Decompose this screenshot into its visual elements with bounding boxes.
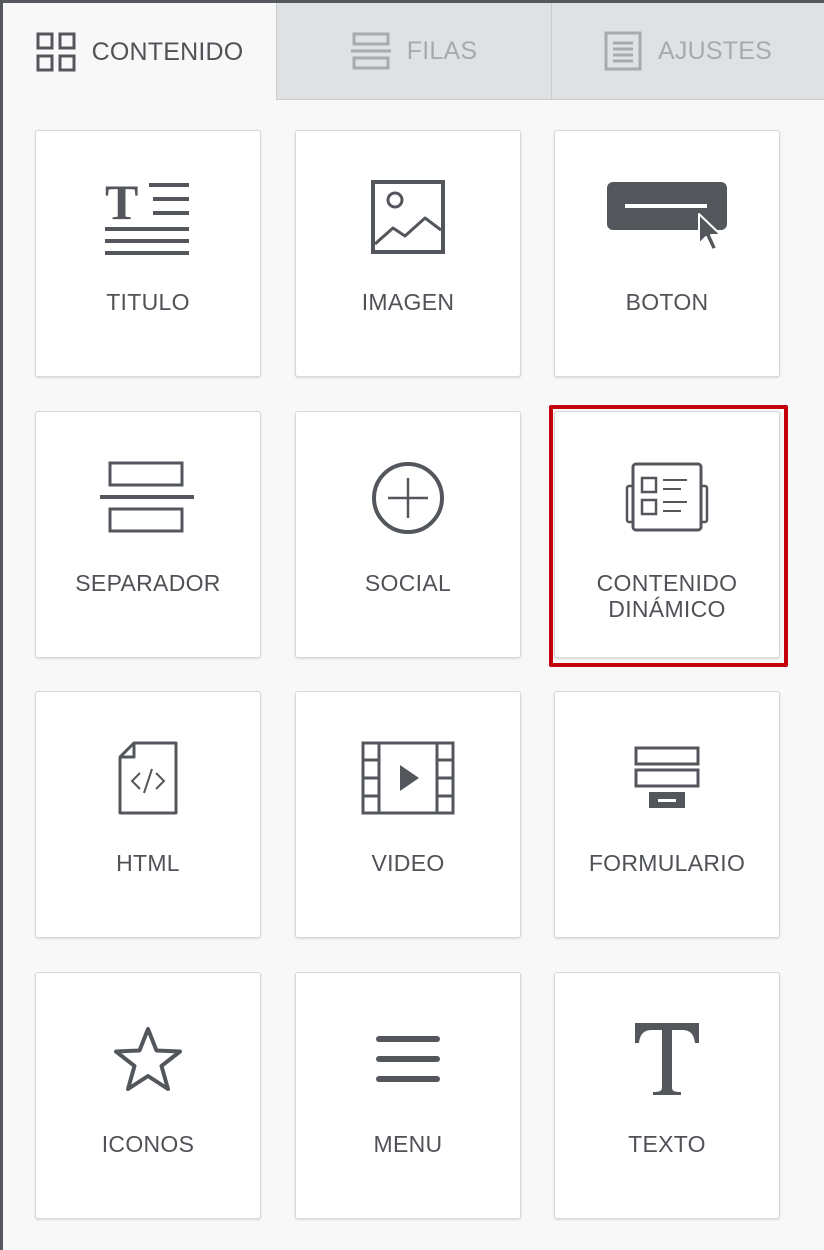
tab-bar: CONTENIDO FILAS AJUSTES xyxy=(3,3,824,101)
tile-label: SOCIAL xyxy=(364,570,452,596)
tile-html[interactable]: HTML xyxy=(35,691,261,938)
tile-label: IMAGEN xyxy=(361,289,455,315)
tile-label-line2: DINÁMICO xyxy=(608,596,726,622)
tab-label: CONTENIDO xyxy=(91,37,244,66)
form-icon xyxy=(555,736,779,820)
tile-separador[interactable]: SEPARADOR xyxy=(35,411,261,658)
title-icon: T xyxy=(36,175,260,259)
tile-video[interactable]: VIDEO xyxy=(295,691,521,938)
tile-social[interactable]: SOCIAL xyxy=(295,411,521,658)
tile-label: FORMULARIO xyxy=(588,850,746,876)
tile-label: BOTON xyxy=(625,289,709,315)
text-icon xyxy=(555,1017,779,1101)
tab-filas[interactable]: FILAS xyxy=(276,3,551,100)
dynamic-content-icon xyxy=(555,456,779,540)
tile-contenido-dinamico[interactable]: CONTENIDO DINÁMICO xyxy=(554,411,780,658)
tile-label: HTML xyxy=(116,850,180,876)
tile-label: TEXTO xyxy=(628,1131,706,1157)
plus-circle-icon xyxy=(296,456,520,540)
video-film-icon xyxy=(296,736,520,820)
image-icon xyxy=(296,175,520,259)
star-icon xyxy=(36,1017,260,1101)
button-icon xyxy=(555,175,779,259)
tile-label-line1: CONTENIDO xyxy=(596,570,738,596)
tile-menu[interactable]: MENU xyxy=(295,972,521,1219)
tab-label: AJUSTES xyxy=(658,36,772,65)
grid-icon xyxy=(36,32,76,72)
tab-ajustes[interactable]: AJUSTES xyxy=(551,3,824,100)
content-panel: CONTENIDO FILAS AJUSTES T TITULO IMAGEN … xyxy=(0,0,824,1250)
html-file-icon xyxy=(36,736,260,820)
menu-icon xyxy=(296,1017,520,1101)
tab-contenido[interactable]: CONTENIDO xyxy=(3,3,276,101)
tile-label: CONTENIDO DINÁMICO xyxy=(555,570,779,622)
tile-label: ICONOS xyxy=(101,1131,195,1157)
tile-formulario[interactable]: FORMULARIO xyxy=(554,691,780,938)
rows-icon xyxy=(350,31,391,71)
tile-texto[interactable]: TEXTO xyxy=(554,972,780,1219)
tile-label: SEPARADOR xyxy=(75,570,221,596)
tile-label: VIDEO xyxy=(371,850,445,876)
tile-titulo[interactable]: T TITULO xyxy=(35,130,261,377)
settings-doc-icon xyxy=(604,31,642,71)
tab-label: FILAS xyxy=(406,36,478,65)
separator-icon xyxy=(36,456,260,540)
tile-label: TITULO xyxy=(106,289,190,315)
tile-boton[interactable]: BOTON xyxy=(554,130,780,377)
tile-imagen[interactable]: IMAGEN xyxy=(295,130,521,377)
tile-label: MENU xyxy=(373,1131,443,1157)
svg-text:T: T xyxy=(105,179,138,230)
tile-iconos[interactable]: ICONOS xyxy=(35,972,261,1219)
